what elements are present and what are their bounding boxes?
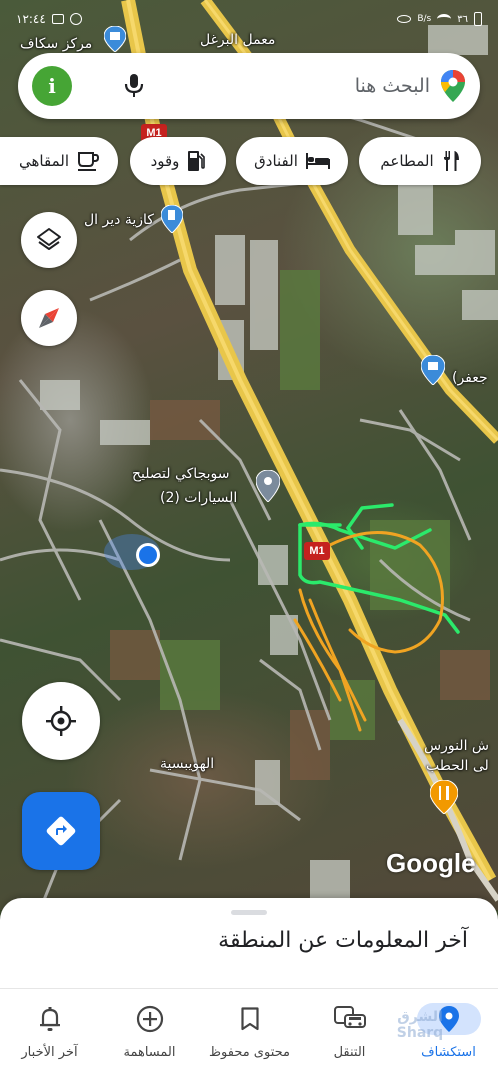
place-pin-icon[interactable] xyxy=(256,470,280,502)
chip-label: المقاهي xyxy=(19,152,69,170)
highway-shield: M1 xyxy=(304,542,330,560)
google-logo: Google xyxy=(386,848,476,878)
gas-station-pin-icon[interactable] xyxy=(161,205,183,233)
microphone-icon[interactable] xyxy=(120,72,148,100)
sheet-handle[interactable] xyxy=(231,910,267,915)
compass-button[interactable] xyxy=(21,290,77,346)
map-label[interactable]: كازية دير ال xyxy=(84,212,154,228)
status-time: ١٢:٤٤ xyxy=(16,12,46,26)
nav-saved[interactable]: محتوى محفوظ xyxy=(200,989,299,1080)
car-icon xyxy=(333,1006,366,1028)
map-label[interactable]: الهويبسية xyxy=(160,756,214,772)
google-maps-logo-icon xyxy=(441,70,465,102)
coffee-icon xyxy=(78,152,99,171)
nav-contribute[interactable]: المساهمة xyxy=(100,989,199,1080)
map-label[interactable]: ش النورس xyxy=(424,738,489,754)
watermark-logo: الشرق Sharq xyxy=(375,1000,465,1050)
chip-hotels[interactable]: الفنادق xyxy=(236,137,348,185)
nav-label: التنقل xyxy=(333,1045,366,1060)
map-label[interactable]: جعفر) xyxy=(452,370,488,386)
map-label[interactable]: السيارات (2) xyxy=(160,490,237,506)
search-bar[interactable]: i البحث هنا xyxy=(18,53,480,119)
bed-icon xyxy=(305,153,330,169)
shopping-pin-icon[interactable] xyxy=(421,355,445,385)
status-bar: ١٢:٤٤ B/s ٣٦ xyxy=(0,0,498,38)
layers-button[interactable] xyxy=(21,212,77,268)
image-icon xyxy=(51,14,64,24)
bookmark-icon xyxy=(240,1007,259,1031)
category-chips: المطاعم الفنادق وقود المقاهي xyxy=(0,137,498,185)
nav-label: المساهمة xyxy=(123,1045,176,1060)
plus-circle-icon xyxy=(136,1005,163,1033)
fork-knife-icon xyxy=(443,151,459,171)
wifi-icon xyxy=(437,14,452,24)
map-label[interactable]: سوبجاكي لتصليح xyxy=(132,466,229,482)
watermark-line: Sharq xyxy=(396,1025,444,1041)
chip-cafes[interactable]: المقاهي xyxy=(0,137,118,185)
bell-icon xyxy=(39,1007,60,1031)
whatsapp-icon xyxy=(69,13,82,25)
avatar[interactable]: i xyxy=(32,66,72,106)
battery-level: ٣٦ xyxy=(457,13,468,25)
map-label[interactable]: مركز سكاف xyxy=(20,36,92,52)
fuel-icon xyxy=(188,151,206,171)
chip-label: المطاعم xyxy=(380,152,434,170)
my-location-button[interactable] xyxy=(22,682,100,760)
nav-label: آخر الأخبار xyxy=(21,1045,78,1060)
battery-icon xyxy=(474,12,482,26)
chip-restaurants[interactable]: المطاعم xyxy=(359,137,481,185)
network-speed: B/s xyxy=(417,14,432,24)
chip-label: الفنادق xyxy=(254,152,298,170)
nav-label: محتوى محفوظ xyxy=(209,1045,290,1060)
nav-updates[interactable]: آخر الأخبار xyxy=(0,989,99,1080)
directions-icon xyxy=(46,816,76,846)
crosshair-icon xyxy=(46,706,76,736)
map-label[interactable]: لى الحطب xyxy=(426,758,489,774)
restaurant-pin-icon[interactable] xyxy=(430,780,458,814)
search-input[interactable]: البحث هنا xyxy=(148,75,440,97)
sheet-title[interactable]: آخر المعلومات عن المنطقة xyxy=(218,928,468,953)
directions-button[interactable] xyxy=(22,792,100,870)
eye-icon xyxy=(397,15,412,23)
compass-icon xyxy=(39,308,59,328)
watermark-line: الشرق xyxy=(397,1009,443,1025)
layers-icon xyxy=(37,228,61,250)
chip-label: وقود xyxy=(150,152,180,170)
chip-fuel[interactable]: وقود xyxy=(130,137,226,185)
